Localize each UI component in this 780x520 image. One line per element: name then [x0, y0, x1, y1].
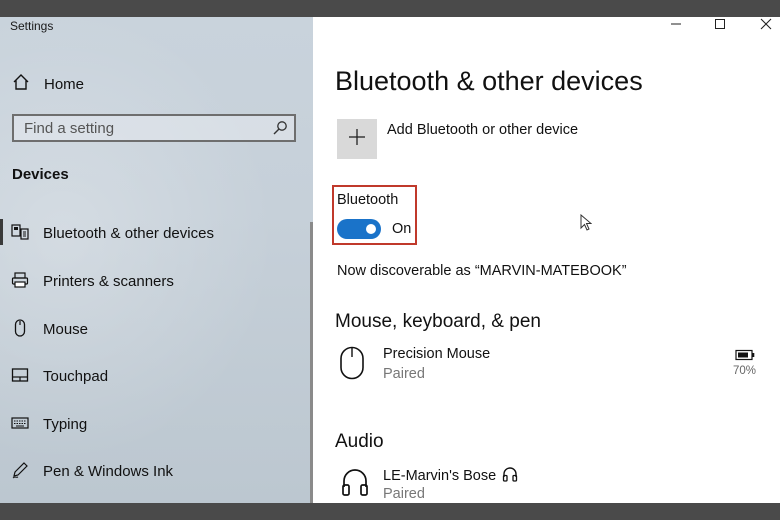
sidebar-item-touchpad[interactable]: Touchpad	[0, 356, 300, 396]
sidebar-item-mouse[interactable]: Mouse	[0, 309, 300, 349]
add-device-button[interactable]	[337, 119, 377, 159]
top-frame	[0, 0, 780, 17]
bluetooth-toggle[interactable]	[337, 219, 381, 239]
sidebar-item-typing[interactable]: Typing	[0, 404, 300, 444]
section-heading-devices: Devices	[12, 166, 69, 183]
close-button[interactable]	[750, 17, 780, 35]
sidebar-item-label: Mouse	[43, 320, 89, 338]
device-status: Paired	[383, 366, 425, 382]
sidebar-item-label: Bluetooth & other devices	[43, 224, 214, 242]
group-heading-mouse-keyboard-pen: Mouse, keyboard, & pen	[335, 311, 541, 332]
sidebar: Settings Home Devices Bluetooth & other …	[0, 17, 313, 503]
plus-icon	[348, 128, 366, 151]
keyboard-icon	[11, 414, 29, 432]
app-title: Settings	[10, 19, 54, 33]
page-title: Bluetooth & other devices	[335, 66, 643, 96]
add-device-label[interactable]: Add Bluetooth or other device	[387, 122, 578, 138]
sidebar-item-label: Pen & Windows Ink	[43, 462, 174, 480]
search-input[interactable]	[14, 116, 264, 140]
bluetooth-label: Bluetooth	[337, 192, 399, 208]
device-name-precision-mouse[interactable]: Precision Mouse	[383, 346, 490, 362]
maximize-icon	[714, 17, 726, 35]
discoverable-text: Now discoverable as “MARVIN-MATEBOOK”	[337, 263, 627, 279]
device-row-bose[interactable]: LE-Marvin's Bose	[383, 466, 518, 486]
home-nav-item[interactable]: Home	[12, 73, 84, 96]
device-name-bose: LE-Marvin's Bose	[383, 468, 497, 484]
sidebar-item-printers[interactable]: Printers & scanners	[0, 261, 300, 301]
battery-percentage: 70%	[733, 365, 757, 377]
toggle-knob	[366, 224, 376, 234]
minimize-icon	[670, 17, 682, 35]
search-icon[interactable]	[272, 120, 288, 141]
search-box[interactable]	[12, 114, 296, 142]
settings-window: Settings Home Devices Bluetooth & other …	[0, 17, 780, 503]
sidebar-item-label: Typing	[43, 415, 88, 433]
home-icon	[12, 73, 30, 96]
pen-icon	[11, 461, 29, 479]
maximize-button[interactable]	[704, 17, 736, 35]
bluetooth-state-label: On	[392, 221, 412, 237]
sidebar-item-bluetooth[interactable]: Bluetooth & other devices	[0, 213, 300, 253]
group-heading-audio: Audio	[335, 431, 384, 452]
home-label: Home	[44, 76, 85, 93]
bluetooth-devices-icon	[11, 223, 29, 241]
mouse-device-icon	[339, 346, 365, 385]
sidebar-item-pen[interactable]: Pen & Windows Ink	[0, 451, 300, 491]
sidebar-item-label: Touchpad	[43, 367, 109, 385]
minimize-button[interactable]	[660, 17, 692, 35]
touchpad-icon	[11, 366, 29, 384]
mouse-cursor-icon	[580, 213, 593, 237]
printer-icon	[11, 271, 29, 289]
device-status: Paired	[383, 486, 425, 502]
headphones-icon	[341, 467, 369, 502]
sidebar-item-label: Printers & scanners	[43, 272, 174, 290]
main-content: Bluetooth & other devices Add Bluetooth …	[313, 17, 780, 503]
mouse-icon	[11, 319, 29, 337]
headset-small-icon	[502, 466, 518, 486]
battery-icon	[735, 348, 755, 366]
close-icon	[760, 17, 772, 35]
bottom-frame	[0, 503, 780, 520]
